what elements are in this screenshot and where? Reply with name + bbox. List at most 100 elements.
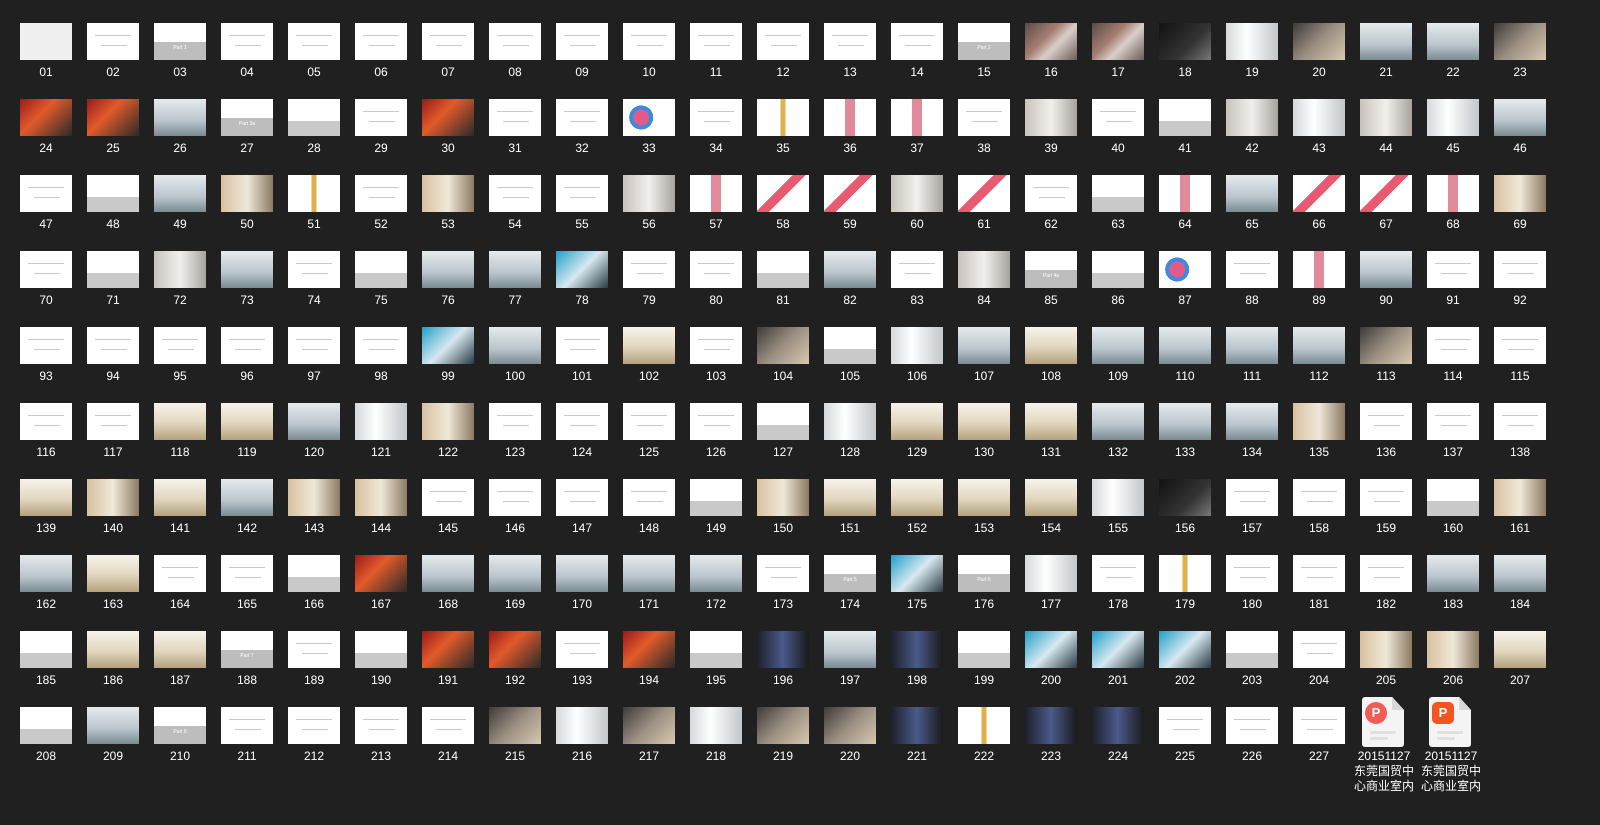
slide-thumbnail-item[interactable]: 04 [217,23,277,89]
slide-thumbnail-item[interactable]: 197 [820,631,880,697]
slide-thumbnail-item[interactable]: 190 [351,631,411,697]
slide-thumbnail-item[interactable]: 93 [16,327,76,393]
slide-thumbnail-item[interactable]: 201 [1088,631,1148,697]
slide-thumbnail-item[interactable]: 212 [284,707,344,773]
slide-thumbnail-item[interactable]: 151 [820,479,880,545]
slide-thumbnail-item[interactable]: 54 [485,175,545,241]
slide-thumbnail-item[interactable]: 205 [1356,631,1416,697]
slide-thumbnail-item[interactable]: 110 [1155,327,1215,393]
slide-thumbnail-item[interactable]: 84 [954,251,1014,317]
slide-thumbnail-item[interactable]: 39 [1021,99,1081,165]
slide-thumbnail-item[interactable]: 96 [217,327,277,393]
slide-thumbnail-item[interactable]: 67 [1356,175,1416,241]
slide-thumbnail-item[interactable]: 101 [552,327,612,393]
slide-thumbnail-item[interactable]: 159 [1356,479,1416,545]
slide-thumbnail-item[interactable]: 138 [1490,403,1550,469]
slide-thumbnail-item[interactable]: 113 [1356,327,1416,393]
slide-thumbnail-item[interactable]: 195 [686,631,746,697]
slide-thumbnail-item[interactable]: 28 [284,99,344,165]
slide-thumbnail-item[interactable]: 114 [1423,327,1483,393]
slide-thumbnail-item[interactable]: 75 [351,251,411,317]
slide-thumbnail-item[interactable]: 46 [1490,99,1550,165]
slide-thumbnail-item[interactable]: 16 [1021,23,1081,89]
slide-thumbnail-item[interactable]: 224 [1088,707,1148,773]
slide-thumbnail-item[interactable]: 01 [16,23,76,89]
slide-thumbnail-item[interactable]: 128 [820,403,880,469]
slide-thumbnail-item[interactable]: 183 [1423,555,1483,621]
slide-thumbnail-item[interactable]: 127 [753,403,813,469]
slide-thumbnail-item[interactable]: 166 [284,555,344,621]
slide-thumbnail-item[interactable]: 102 [619,327,679,393]
slide-thumbnail-item[interactable]: 81 [753,251,813,317]
slide-thumbnail-item[interactable]: 120 [284,403,344,469]
slide-thumbnail-item[interactable]: 213 [351,707,411,773]
slide-thumbnail-item[interactable]: 108 [1021,327,1081,393]
slide-thumbnail-item[interactable]: 221 [887,707,947,773]
slide-thumbnail-item[interactable]: 168 [418,555,478,621]
slide-thumbnail-item[interactable]: 79 [619,251,679,317]
slide-thumbnail-item[interactable]: 48 [83,175,143,241]
slide-thumbnail-item[interactable]: 161 [1490,479,1550,545]
document-file-item[interactable]: P 20151127东莞国贸中心商业室内 [1352,697,1416,797]
slide-thumbnail-item[interactable]: 104 [753,327,813,393]
slide-thumbnail-item[interactable]: 90 [1356,251,1416,317]
slide-thumbnail-item[interactable]: 206 [1423,631,1483,697]
slide-thumbnail-item[interactable]: 37 [887,99,947,165]
slide-thumbnail-item[interactable]: 165 [217,555,277,621]
slide-thumbnail-item[interactable]: 18 [1155,23,1215,89]
slide-thumbnail-item[interactable]: 44 [1356,99,1416,165]
slide-thumbnail-item[interactable]: 43 [1289,99,1349,165]
slide-thumbnail-item[interactable]: 94 [83,327,143,393]
slide-thumbnail-item[interactable]: 29 [351,99,411,165]
slide-thumbnail-item[interactable]: 131 [1021,403,1081,469]
slide-thumbnail-item[interactable]: 192 [485,631,545,697]
slide-thumbnail-item[interactable]: 144 [351,479,411,545]
slide-thumbnail-item[interactable]: 73 [217,251,277,317]
slide-thumbnail-item[interactable]: 136 [1356,403,1416,469]
slide-thumbnail-item[interactable]: 116 [16,403,76,469]
slide-thumbnail-item[interactable]: 103 [686,327,746,393]
slide-thumbnail-item[interactable]: 111 [1222,327,1282,393]
slide-thumbnail-item[interactable]: 189 [284,631,344,697]
slide-thumbnail-item[interactable]: 105 [820,327,880,393]
slide-thumbnail-item[interactable]: 185 [16,631,76,697]
slide-thumbnail-item[interactable]: 34 [686,99,746,165]
slide-thumbnail-item[interactable]: 158 [1289,479,1349,545]
slide-thumbnail-item[interactable]: Part 3a 27 [217,99,277,165]
slide-thumbnail-item[interactable]: 88 [1222,251,1282,317]
slide-thumbnail-item[interactable]: 25 [83,99,143,165]
slide-thumbnail-item[interactable]: 225 [1155,707,1215,773]
slide-thumbnail-item[interactable]: 24 [16,99,76,165]
slide-thumbnail-item[interactable]: Part 7 188 [217,631,277,697]
slide-thumbnail-item[interactable]: 157 [1222,479,1282,545]
slide-thumbnail-item[interactable]: 211 [217,707,277,773]
slide-thumbnail-item[interactable]: 02 [83,23,143,89]
slide-thumbnail-item[interactable]: 106 [887,327,947,393]
slide-thumbnail-item[interactable]: 179 [1155,555,1215,621]
slide-thumbnail-item[interactable]: 40 [1088,99,1148,165]
slide-thumbnail-item[interactable]: 62 [1021,175,1081,241]
slide-thumbnail-item[interactable]: 123 [485,403,545,469]
slide-thumbnail-item[interactable]: 26 [150,99,210,165]
slide-thumbnail-item[interactable]: 95 [150,327,210,393]
slide-thumbnail-item[interactable]: 61 [954,175,1014,241]
slide-thumbnail-item[interactable]: 49 [150,175,210,241]
slide-thumbnail-item[interactable]: 164 [150,555,210,621]
slide-thumbnail-item[interactable]: 163 [83,555,143,621]
slide-thumbnail-item[interactable]: 184 [1490,555,1550,621]
slide-thumbnail-item[interactable]: 150 [753,479,813,545]
slide-thumbnail-item[interactable]: 21 [1356,23,1416,89]
slide-thumbnail-item[interactable]: 07 [418,23,478,89]
slide-thumbnail-item[interactable]: 58 [753,175,813,241]
slide-thumbnail-item[interactable]: 214 [418,707,478,773]
slide-thumbnail-item[interactable]: 50 [217,175,277,241]
slide-thumbnail-item[interactable]: 141 [150,479,210,545]
document-file-item[interactable]: P 20151127东莞国贸中心商业室内 [1419,697,1483,797]
slide-thumbnail-item[interactable]: 226 [1222,707,1282,773]
slide-thumbnail-item[interactable]: Part 8 210 [150,707,210,773]
slide-thumbnail-item[interactable]: 117 [83,403,143,469]
slide-thumbnail-item[interactable]: 130 [954,403,1014,469]
slide-thumbnail-item[interactable]: 160 [1423,479,1483,545]
slide-thumbnail-item[interactable]: 47 [16,175,76,241]
slide-thumbnail-item[interactable]: 167 [351,555,411,621]
